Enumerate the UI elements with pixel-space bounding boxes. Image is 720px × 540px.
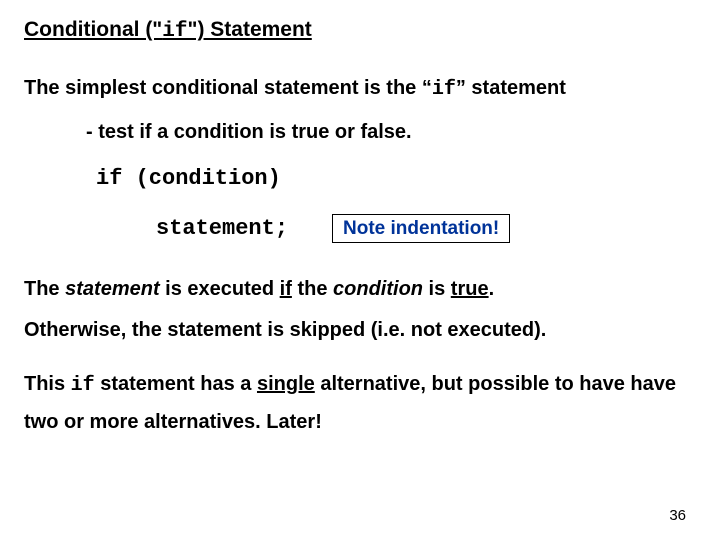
heading-code: if — [162, 20, 187, 43]
explanation-1: The statement is executed if the conditi… — [24, 273, 696, 305]
expl1-t2: is executed — [160, 278, 280, 300]
code-example: if (condition) statement; Note indentati… — [96, 168, 696, 243]
slide: Conditional ("if") Statement The simples… — [0, 0, 720, 540]
intro-pre: The simplest conditional statement is th… — [24, 77, 432, 99]
intro-subline: - test if a condition is true or false. — [86, 121, 696, 144]
heading-post: ") Statement — [187, 18, 311, 41]
expl3-single: single — [257, 373, 315, 395]
slide-heading: Conditional ("if") Statement — [24, 18, 696, 43]
expl1-t4: is — [423, 278, 451, 300]
expl3-t2: statement has a — [95, 373, 257, 395]
page-number: 36 — [669, 507, 686, 524]
code-line-1: if (condition) — [96, 168, 696, 190]
expl3-t1: This — [24, 373, 71, 395]
expl1-t3: the — [292, 278, 333, 300]
code-line-2: statement; — [156, 218, 288, 240]
code-line-2-row: statement; Note indentation! — [96, 214, 696, 243]
expl1-condition: condition — [333, 278, 423, 300]
explanation-2: Otherwise, the statement is skipped (i.e… — [24, 319, 696, 342]
expl1-true: true — [451, 278, 489, 300]
explanation-3: This if statement has a single alternati… — [24, 366, 696, 441]
expl1-statement: statement — [65, 278, 159, 300]
indentation-note: Note indentation! — [332, 214, 510, 243]
intro-code: if — [432, 78, 456, 101]
intro-line: The simplest conditional statement is th… — [24, 77, 696, 101]
expl1-t1: The — [24, 278, 65, 300]
intro-post: ” statement — [456, 77, 566, 99]
heading-pre: Conditional (" — [24, 18, 162, 41]
expl1-t5: . — [489, 278, 495, 300]
expl1-if: if — [280, 278, 292, 300]
expl3-code: if — [71, 374, 95, 397]
